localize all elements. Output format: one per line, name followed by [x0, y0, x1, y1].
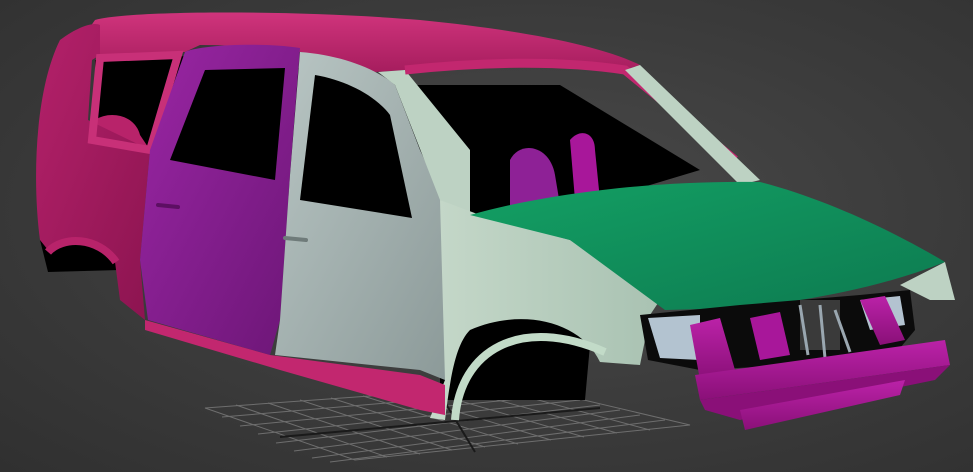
3d-viewport[interactable] [0, 0, 973, 472]
front-door-handle [283, 236, 308, 242]
rear-door-handle [156, 203, 180, 209]
scene [36, 12, 955, 463]
